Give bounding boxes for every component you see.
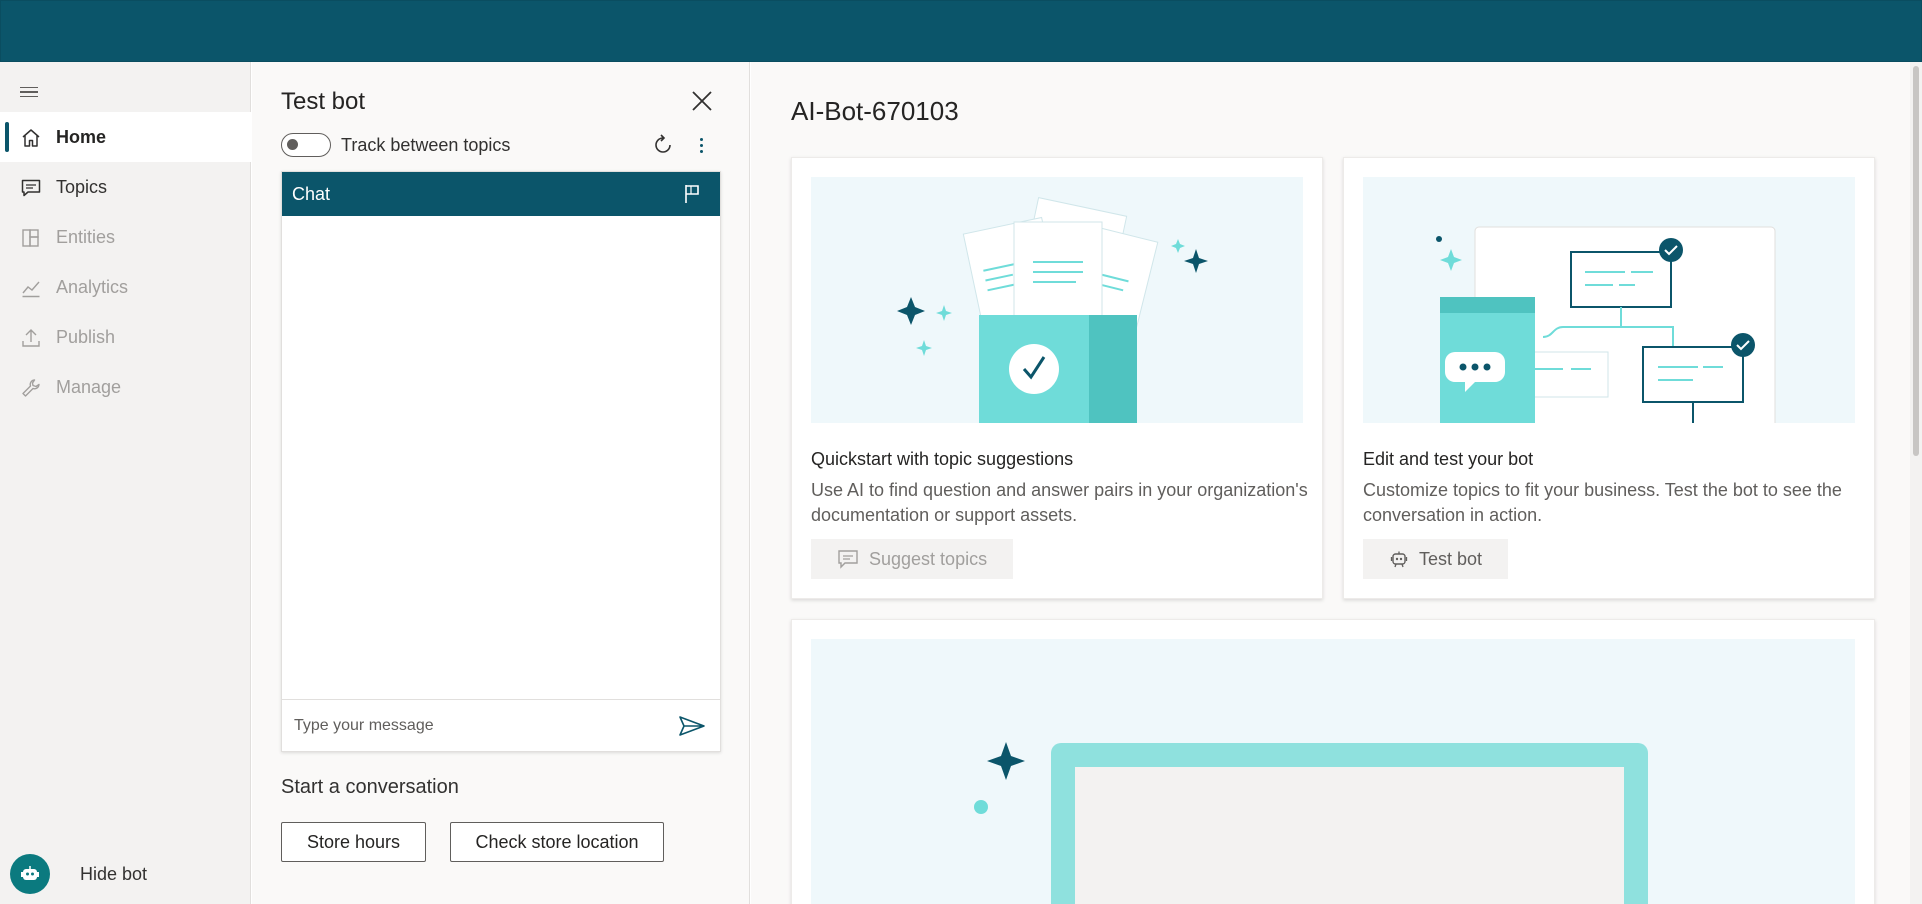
chat-header-label: Chat xyxy=(292,184,331,204)
card-description: Customize topics to fit your business. T… xyxy=(1363,480,1842,525)
nav-item-manage[interactable]: Manage xyxy=(0,362,251,412)
chat-header: Chat xyxy=(282,172,720,216)
test-bot-button-label: Test bot xyxy=(1419,548,1483,569)
feature-card xyxy=(791,619,1875,904)
feature-illustration xyxy=(811,639,1855,904)
nav-item-topics[interactable]: Topics xyxy=(0,162,251,212)
nav-item-publish[interactable]: Publish xyxy=(0,312,251,362)
nav-item-analytics[interactable]: Analytics xyxy=(0,262,251,312)
send-icon[interactable] xyxy=(678,714,706,738)
hamburger-menu-icon[interactable] xyxy=(20,80,44,104)
main-scrollbar[interactable] xyxy=(1910,62,1922,904)
top-header-bar xyxy=(0,0,1922,62)
hide-bot-label: Hide bot xyxy=(80,863,148,884)
entities-icon xyxy=(22,229,39,247)
quickstart-illustration xyxy=(811,177,1303,423)
chat-message-input[interactable] xyxy=(294,712,664,740)
chat-window: Chat xyxy=(281,171,721,752)
start-conversation-title: Start a conversation xyxy=(281,776,459,798)
analytics-icon xyxy=(22,281,40,298)
bot-icon xyxy=(1390,551,1408,568)
nav-item-entities[interactable]: Entities xyxy=(0,212,251,262)
bot-avatar-icon xyxy=(10,854,50,894)
nav-item-label: Publish xyxy=(56,326,116,347)
wrench-icon xyxy=(22,379,40,397)
quickstart-card: Quickstart with topic suggestions Use AI… xyxy=(791,157,1323,599)
nav-item-home[interactable]: Home xyxy=(0,112,251,162)
edit-and-test-card: Edit and test your bot Customize topics … xyxy=(1343,157,1875,599)
flag-icon[interactable] xyxy=(680,182,704,206)
publish-icon xyxy=(22,329,40,347)
track-between-topics-toggle[interactable] xyxy=(281,133,331,157)
hide-bot-button[interactable]: Hide bot xyxy=(10,852,147,896)
nav-item-label: Topics xyxy=(56,176,108,197)
scrollbar-thumb[interactable] xyxy=(1913,66,1919,456)
card-title: Edit and test your bot xyxy=(1363,449,1534,469)
test-bot-button[interactable]: Test bot xyxy=(1363,539,1509,579)
nav-item-label: Entities xyxy=(56,226,116,247)
main-content: AI-Bot-670103 Quickstart with topic sugg… xyxy=(751,62,1922,904)
chat-icon xyxy=(21,179,41,197)
home-icon xyxy=(22,129,40,147)
nav-item-label: Analytics xyxy=(56,276,129,297)
suggestion-store-hours-button[interactable]: Store hours xyxy=(281,822,426,862)
suggestion-check-store-location-button[interactable]: Check store location xyxy=(450,822,664,862)
chat-icon xyxy=(838,550,858,569)
suggest-topics-button[interactable]: Suggest topics xyxy=(811,539,1014,579)
chat-input-area xyxy=(282,699,720,751)
left-navigation: Home Topics Entities Analytics Publish M… xyxy=(0,62,251,904)
refresh-icon[interactable] xyxy=(651,133,675,157)
track-between-topics-label: Track between topics xyxy=(341,135,511,155)
edit-and-test-illustration xyxy=(1363,177,1855,423)
card-description: Use AI to find question and answer pairs… xyxy=(811,480,1308,525)
test-bot-panel: Test bot Track between topics Chat Start… xyxy=(252,62,750,904)
nav-item-label: Manage xyxy=(56,376,122,397)
suggest-topics-label: Suggest topics xyxy=(869,548,988,569)
close-icon[interactable] xyxy=(689,88,715,114)
bot-name-title: AI-Bot-670103 xyxy=(791,96,959,126)
card-title: Quickstart with topic suggestions xyxy=(811,449,1074,469)
more-options-icon[interactable] xyxy=(689,133,713,157)
test-bot-title: Test bot xyxy=(281,88,366,115)
nav-item-label: Home xyxy=(56,126,107,147)
